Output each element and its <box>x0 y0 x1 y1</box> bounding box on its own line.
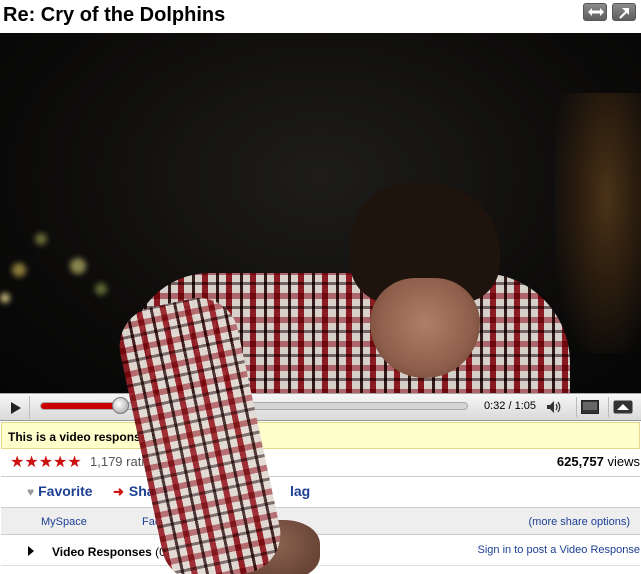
flag-button[interactable]: lag <box>290 483 310 499</box>
share-arrow-icon: ➜ <box>113 484 124 499</box>
stats-row: ★★★★★ 1,179 ratings 625,757 views <box>0 450 641 475</box>
widescreen-button[interactable] <box>583 3 607 21</box>
video-responses-heading: Video Responses (0) <box>52 545 170 559</box>
time-display: 0:32 / 1:05 <box>484 400 536 412</box>
popout-button[interactable] <box>612 3 636 21</box>
share-myspace-link[interactable]: MySpace <box>41 516 87 528</box>
bokeh-light <box>35 233 47 245</box>
bokeh-light <box>0 293 10 303</box>
play-icon <box>11 402 21 414</box>
favorite-label: Favorite <box>38 483 93 499</box>
seek-handle[interactable] <box>112 397 129 414</box>
favorite-button[interactable]: ♥ Favorite <box>27 483 93 499</box>
play-button[interactable] <box>1 396 30 419</box>
person-head <box>350 183 500 378</box>
rating-stars[interactable]: ★★★★★ <box>10 452 82 472</box>
views-number: 625,757 <box>556 454 604 469</box>
expand-triangle-icon[interactable] <box>27 545 35 557</box>
title-bar: Re: Cry of the Dolphins <box>0 0 641 33</box>
heart-icon: ♥ <box>27 485 35 499</box>
video-frame[interactable] <box>0 33 641 393</box>
screen-size-button[interactable] <box>576 397 602 417</box>
bokeh-light <box>70 258 86 274</box>
video-responses-row[interactable]: Video Responses (0) Sign in to post a Vi… <box>1 536 640 566</box>
bokeh-light <box>12 263 26 277</box>
video-title: Re: Cry of the Dolphins <box>3 4 226 26</box>
views-label: views <box>603 454 640 469</box>
volume-icon <box>547 401 561 413</box>
more-share-options-link[interactable]: (more share options) <box>529 516 631 528</box>
screen-size-icon <box>581 400 599 414</box>
seek-progress <box>41 403 118 409</box>
video-response-notice: This is a video response to <box>1 422 640 449</box>
background-window <box>555 93 641 353</box>
fullscreen-button[interactable] <box>608 397 634 417</box>
share-options-panel: MySpace Facebook (more share options) <box>1 507 640 535</box>
video-responses-title: Video Responses <box>52 545 152 559</box>
volume-button[interactable] <box>546 400 564 419</box>
bokeh-light <box>95 283 107 295</box>
expand-horizontal-icon <box>588 8 604 16</box>
view-count: 625,757 views <box>557 454 640 469</box>
popout-arrow-icon <box>619 8 629 19</box>
player-controls: 0:32 / 1:05 <box>0 393 641 421</box>
sign-in-post-response-link[interactable]: Sign in to post a Video Response <box>478 544 640 556</box>
action-bar: ♥ Favorite ➜ Share lag <box>1 476 640 506</box>
fullscreen-icon <box>613 400 633 414</box>
